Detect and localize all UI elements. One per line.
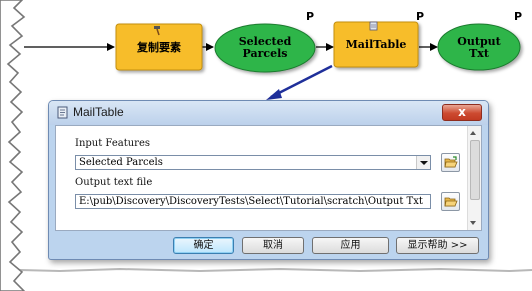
node-selected-parcels-label-2: Parcels [243,47,288,60]
param-marker-mailtable: P [416,10,424,23]
ok-button[interactable]: 确定 [173,237,234,254]
mailtable-dialog: MailTable x Input Features Selected Parc… [48,100,489,260]
browse-input-button[interactable] [441,153,460,172]
close-button[interactable]: x [442,104,482,121]
input-features-value: Selected Parcels [79,157,163,168]
folder-open-icon [444,197,458,207]
node-mailtable-label: MailTable [346,38,407,51]
cancel-button[interactable]: 取消 [242,237,304,254]
scroll-down-icon[interactable] [470,221,476,225]
output-text-file-label: Output text file [75,177,153,188]
scroll-thumb[interactable] [470,140,480,200]
node-copy-features-label: 复制要素 [136,40,181,54]
dialog-title: MailTable [73,105,124,119]
output-text-file-value: E:\pub\Discovery\DiscoveryTests\Select\T… [79,196,423,207]
close-icon: x [458,105,466,119]
node-output-txt-label-2: Txt [469,47,490,60]
script-icon [369,21,378,31]
torn-edge [0,0,26,291]
input-features-label: Input Features [75,138,150,149]
callout-arrowhead [266,89,282,100]
output-text-file-input[interactable]: E:\pub\Discovery\DiscoveryTests\Select\T… [75,194,431,209]
param-marker-parcels: P [306,10,314,23]
param-marker-output: P [514,10,522,23]
scroll-up-icon[interactable] [470,131,476,135]
vertical-scrollbar[interactable] [467,126,481,230]
script-icon [57,106,68,119]
show-help-button[interactable]: 显示帮助 >> [396,237,479,254]
browse-output-button[interactable] [441,192,460,211]
parameters-panel: Input Features Selected Parcels Output t… [55,125,482,231]
model-builder-canvas: 复制要素 Selected Parcels P MailTable P Outp… [0,0,532,291]
dialog-titlebar[interactable]: MailTable x [49,101,488,125]
input-features-select[interactable]: Selected Parcels [75,155,431,170]
folder-open-icon [444,156,458,168]
dropdown-arrow-icon[interactable] [416,156,430,169]
apply-button[interactable]: 应用 [312,237,389,254]
bottom-edge [19,267,532,273]
